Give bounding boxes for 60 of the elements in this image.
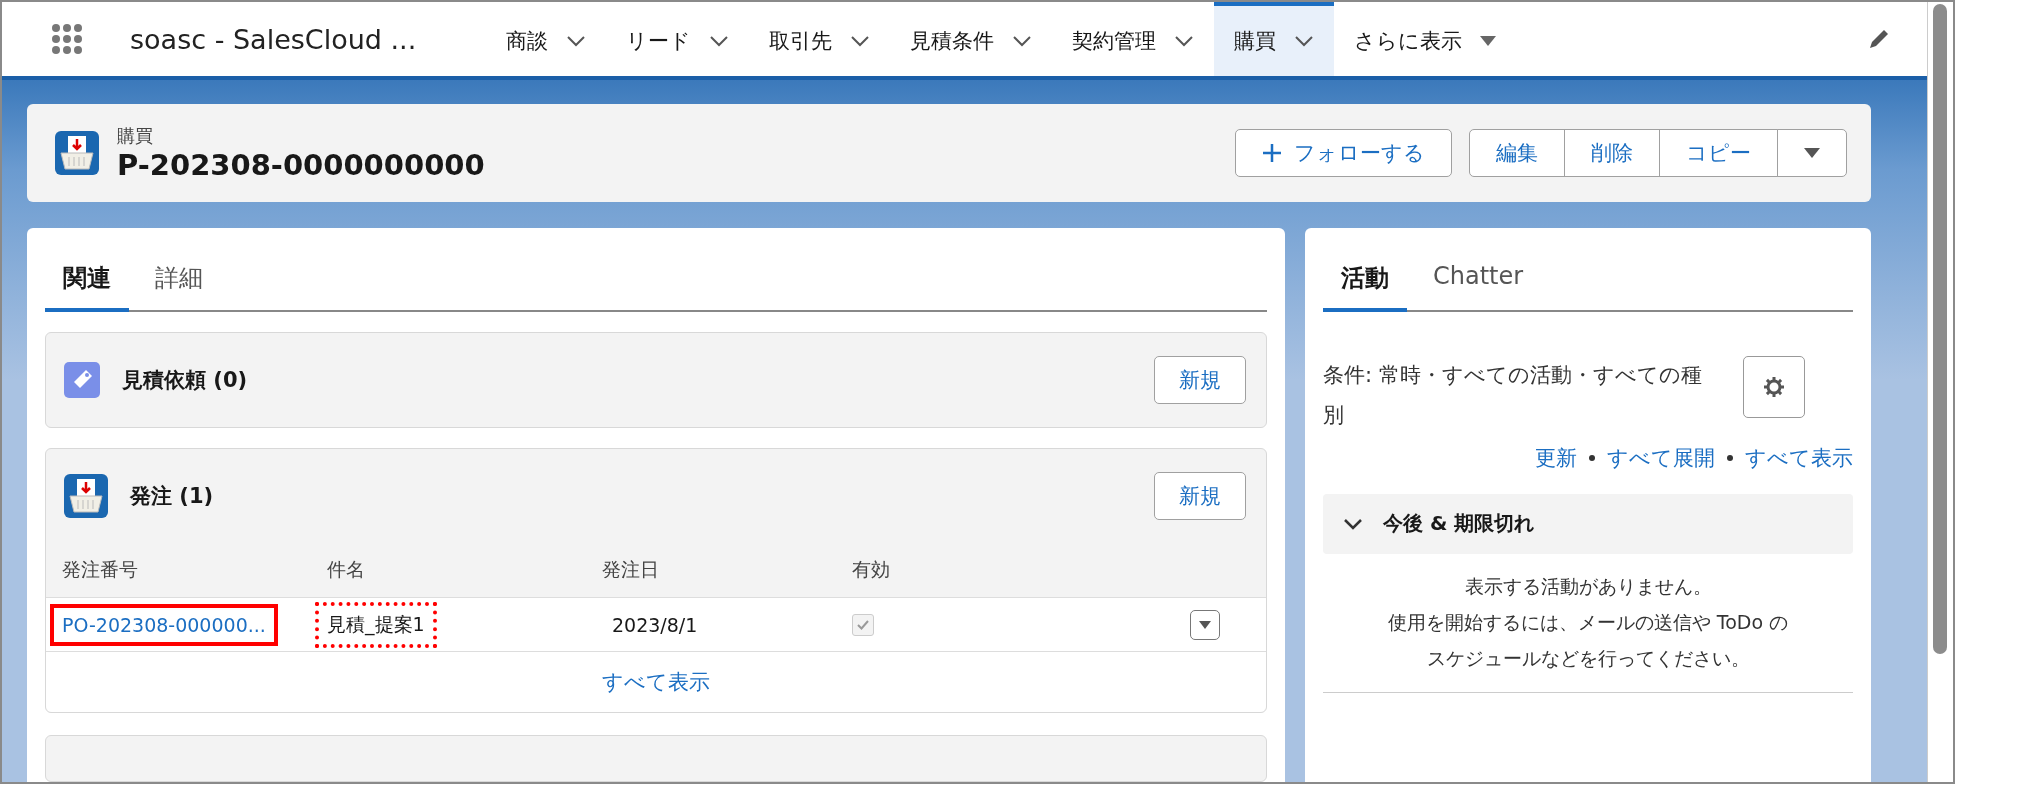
action-button[interactable]: コピー [1659,129,1778,177]
pencil-icon[interactable] [1867,27,1891,51]
activity-link[interactable]: すべて展開 [1607,443,1715,472]
scrollbar-thumb[interactable] [1933,4,1947,654]
nav-tab[interactable]: 商談 [486,2,607,76]
filter-text: 条件: 常時・すべての活動・すべての種別 [1323,362,1703,429]
record-name: P-202308-0000000000 [117,148,486,182]
table-cell: 見積_提案1 [315,601,437,648]
nav-tab[interactable]: 取引先 [749,2,891,76]
chevron-down-icon [709,35,730,47]
action-button[interactable]: 削除 [1564,129,1660,177]
empty-message: 表示する活動がありません。 使用を開始するには、メールの送信や ToDo の スケジュールなどを行ってください。 [1323,567,1853,694]
nav-tab[interactable]: 見積条件 [890,2,1053,76]
column-header: 発注番号 [62,558,138,580]
panel-tab[interactable]: 関連 [45,250,129,312]
table-cell-text: 2023/8/1 [611,612,699,638]
chevron-down-icon [1343,517,1363,530]
app-launcher-icon[interactable] [52,24,82,54]
object-label: 購買 [117,124,154,148]
dot-icon [1727,454,1733,461]
checkmark-icon [857,619,869,630]
column-header: 発注日 [602,558,659,580]
activity-link[interactable]: すべて表示 [1745,443,1853,472]
dot-icon [1589,454,1595,461]
nav-tab[interactable]: リード [606,2,750,76]
chevron-down-icon [566,35,587,47]
new-button[interactable]: 新規 [1154,472,1246,520]
column-header: 件名 [327,558,365,580]
activity-link[interactable]: 更新 [1535,443,1577,472]
more-actions-button[interactable] [1777,129,1847,177]
nav-tab[interactable]: 契約管理 [1052,2,1215,76]
caret-down-icon [1480,36,1497,46]
view-all-link[interactable]: すべて表示 [602,668,710,696]
settings-icon [1763,376,1785,398]
nav-tab[interactable]: 購買 [1214,2,1335,76]
caret-down-icon [1199,620,1211,629]
basket-icon [64,474,108,518]
chevron-down-icon [1294,35,1315,47]
tag-icon [64,362,100,398]
related-list-title: 発注 (1) [130,483,215,510]
panel-tab[interactable]: 詳細 [137,250,221,312]
basket-icon [55,131,99,175]
panel-tab[interactable]: Chatter [1415,250,1542,312]
chevron-down-icon [1012,35,1033,47]
app-title: soasc - SalesCloud ... [130,22,417,57]
record-link[interactable]: PO-202308-000000... [50,603,278,646]
panel-tab[interactable]: 活動 [1323,250,1407,312]
plus-icon [1262,143,1282,163]
action-button[interactable]: 編集 [1469,129,1565,177]
new-button[interactable]: 新規 [1154,356,1246,404]
follow-button[interactable]: フォローする [1235,129,1452,177]
chevron-down-icon [1174,35,1195,47]
more-menu[interactable]: さらに表示 [1334,2,1517,76]
row-menu-button[interactable] [1190,609,1220,640]
caret-down-icon [1804,148,1820,158]
section-header[interactable]: 今後 & 期限切れ [1323,493,1853,554]
chevron-down-icon [850,35,871,47]
column-header: 有効 [852,558,890,580]
related-list-title: 見積依頼 (0) [122,367,249,394]
settings-button[interactable] [1743,356,1805,418]
